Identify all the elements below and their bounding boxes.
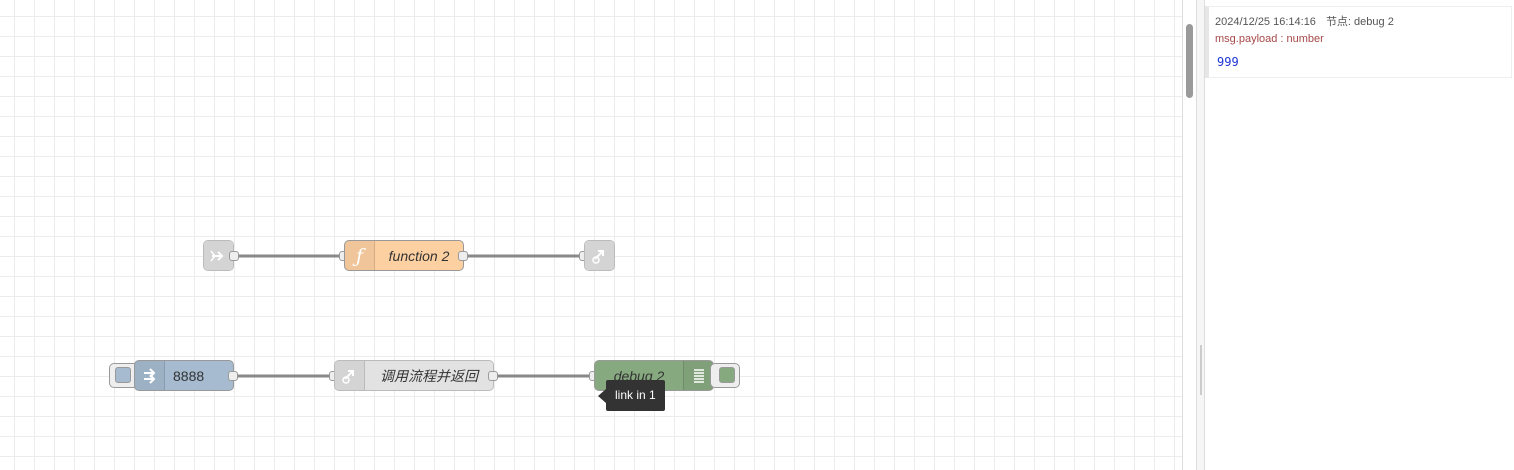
debug-message-meta: 2024/12/25 16:14:16 节点: debug 2 [1215,13,1505,28]
debug-toggle-fill [719,367,735,383]
debug-message-node-link[interactable]: 节点: debug 2 [1326,16,1394,28]
link-call-node[interactable]: 调用流程并返回 [334,360,494,391]
separator-grip[interactable] [1200,345,1202,395]
workspace-scrollbar-thumb[interactable] [1186,24,1193,98]
debug-message-path[interactable]: msg.payload : number [1215,33,1505,45]
link-in-output-port[interactable] [229,251,239,261]
function-output-port[interactable] [458,251,468,261]
debug-toggle-button[interactable] [710,363,740,388]
debug-message-value[interactable]: 999 [1215,55,1505,69]
port-tooltip: link in 1 [598,380,665,411]
function-node[interactable]: ƒ function 2 [344,240,464,271]
workspace-scrollbar[interactable] [1182,0,1196,470]
arrow-in-icon [135,361,165,390]
link-call-node-label: 调用流程并返回 [380,367,478,384]
debug-message-timestamp: 2024/12/25 16:14:16 [1215,16,1316,28]
http-in-output-port[interactable] [228,371,238,381]
function-node-label: function 2 [388,247,450,264]
http-in-node-label: 8888 [173,367,205,384]
http-in-button-fill [115,367,131,383]
sidebar-separator[interactable] [1196,0,1205,470]
debug-message[interactable]: 2024/12/25 16:14:16 节点: debug 2 msg.paylo… [1205,6,1512,78]
http-in-node[interactable]: 8888 [134,360,234,391]
link-call-icon [335,361,365,390]
wires-layer [238,254,589,378]
debug-sidebar: 2024/12/25 16:14:16 节点: debug 2 msg.paylo… [1205,0,1514,470]
list-icon [683,361,713,390]
flow-workspace[interactable]: ƒ function 2 8888 调用流程并返回 debug 2 link i… [0,0,1182,470]
link-out-icon [585,241,614,270]
link-out-node[interactable] [584,240,615,271]
link-call-output-port[interactable] [488,371,498,381]
function-icon: ƒ [345,241,375,270]
